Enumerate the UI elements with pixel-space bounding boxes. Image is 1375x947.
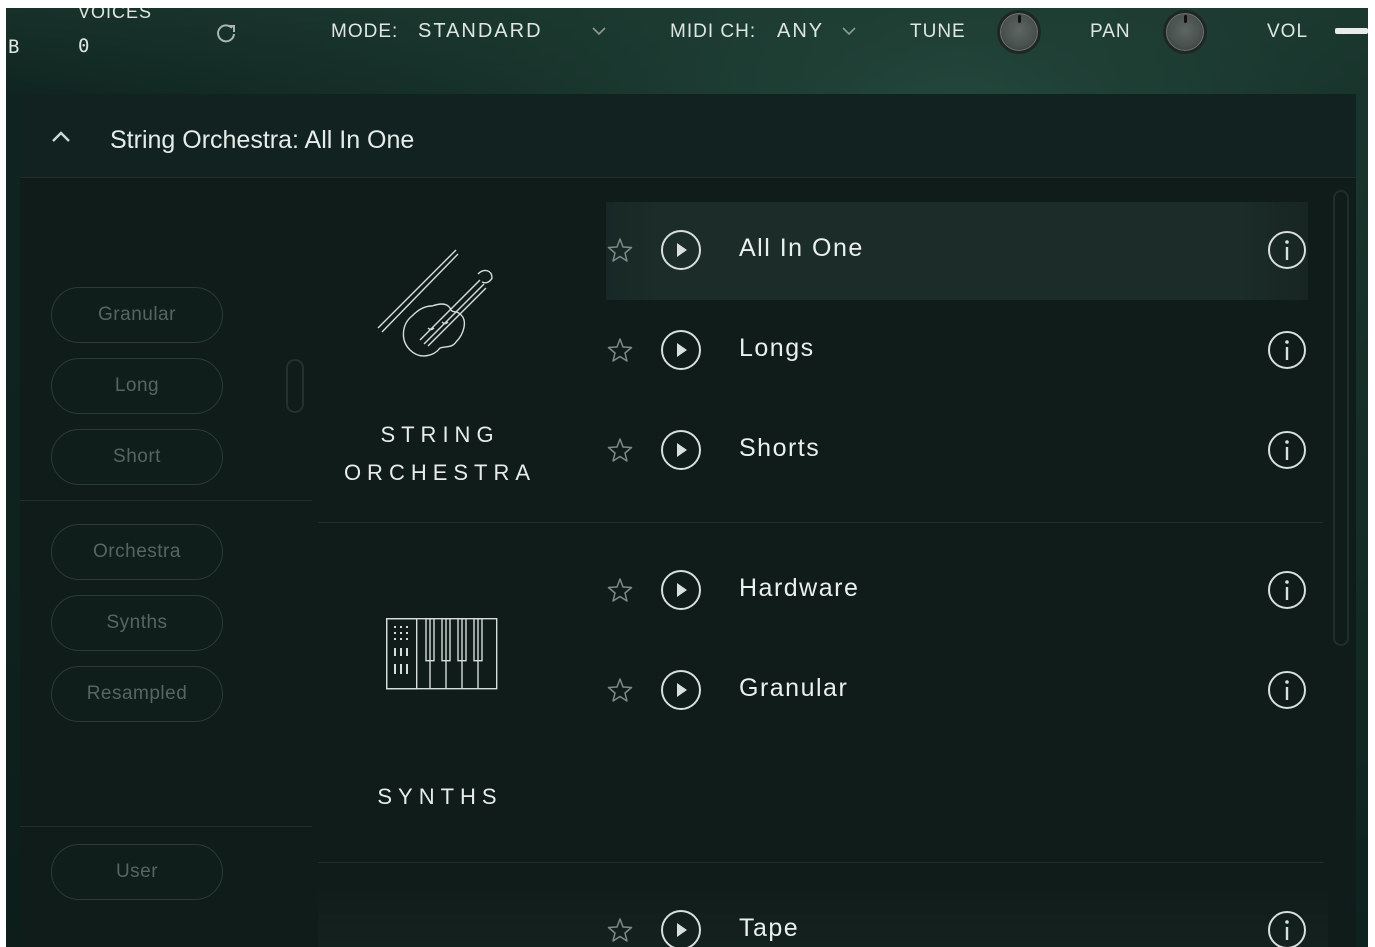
filter-divider [20,826,312,827]
filter-divider [20,500,312,501]
tune-label: TUNE [910,21,966,42]
mode-value[interactable]: STANDARD [418,20,543,43]
category-divider [318,862,1323,863]
info-icon[interactable] [1266,909,1308,947]
category-title-synths: SYNTHS [377,784,503,809]
category-divider [318,522,1323,523]
preset-scrollbar[interactable] [1333,190,1349,646]
keyboard-synth-icon [385,617,498,695]
preset-row-tape[interactable]: Tape [606,882,1308,947]
panel-title: String Orchestra: All In One [110,126,415,154]
play-icon[interactable] [660,229,702,276]
filter-orchestra[interactable]: Orchestra [51,524,223,580]
play-icon[interactable] [660,669,702,716]
voices-value: 0 [78,35,91,57]
violin-icon [372,244,502,379]
preset-row-granular[interactable]: Granular [606,642,1308,740]
partial-label: B [8,36,21,58]
info-icon[interactable] [1266,569,1308,616]
mode-label: MODE: [331,21,399,42]
top-bar: B VOICES 0 MODE: STANDARD MIDI CH: ANY T… [6,8,1368,98]
pan-knob[interactable] [1163,10,1207,54]
preset-name: Longs [739,334,815,362]
tune-knob[interactable] [997,10,1041,54]
star-icon[interactable] [606,436,634,469]
category-title-line2: ORCHESTRA [343,460,537,485]
preset-row-shorts[interactable]: Shorts [606,402,1308,500]
play-icon[interactable] [660,569,702,616]
panel-header: String Orchestra: All In One [20,94,1356,178]
preset-name: Shorts [739,434,821,462]
collapse-chevron-up-icon[interactable] [48,124,74,155]
info-icon[interactable] [1266,669,1308,716]
pan-label: PAN [1090,21,1131,42]
info-icon[interactable] [1266,429,1308,476]
midi-chevron-down-icon[interactable] [840,22,858,45]
preset-name: All In One [739,234,864,262]
filter-synths[interactable]: Synths [51,595,223,651]
app-window: B VOICES 0 MODE: STANDARD MIDI CH: ANY T… [6,8,1368,947]
category-title-line1: STRING [380,422,500,447]
play-icon[interactable] [660,329,702,376]
star-icon[interactable] [606,576,634,609]
filter-granular[interactable]: Granular [51,287,223,343]
preset-row-hardware[interactable]: Hardware [606,542,1308,640]
preset-name: Granular [739,674,849,702]
play-icon[interactable] [660,429,702,476]
voices-label: VOICES [78,8,153,22]
filter-long[interactable]: Long [51,358,223,414]
star-icon[interactable] [606,676,634,709]
browser-panel: String Orchestra: All In One Granular Lo… [20,94,1356,947]
volume-slider[interactable] [1335,28,1368,34]
mode-chevron-down-icon[interactable] [590,22,608,45]
star-icon[interactable] [606,236,634,269]
star-icon[interactable] [606,916,634,947]
preset-row-all-in-one[interactable]: All In One [606,202,1308,300]
midi-value[interactable]: ANY [777,20,824,43]
filter-user[interactable]: User [51,844,223,900]
info-icon[interactable] [1266,229,1308,276]
midi-label: MIDI CH: [670,21,757,42]
refresh-icon[interactable] [213,20,239,51]
preset-name: Hardware [739,574,860,602]
filter-short[interactable]: Short [51,429,223,485]
play-icon[interactable] [660,909,702,947]
filter-resampled[interactable]: Resampled [51,666,223,722]
vol-label: VOL [1267,21,1309,42]
info-icon[interactable] [1266,329,1308,376]
preset-row-longs[interactable]: Longs [606,302,1308,400]
preset-name: Tape [739,914,800,942]
filter-scrollbar[interactable] [286,359,304,413]
star-icon[interactable] [606,336,634,369]
